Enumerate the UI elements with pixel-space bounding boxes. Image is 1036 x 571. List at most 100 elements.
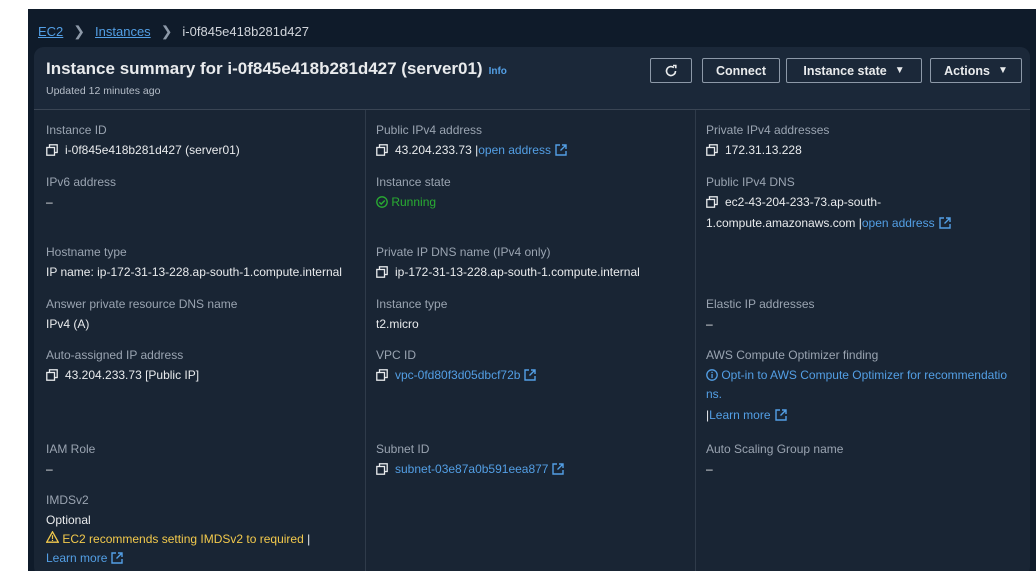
copy-icon[interactable] <box>376 368 388 387</box>
imds-learn-more-link[interactable]: Learn more <box>46 551 107 565</box>
field-label: Instance ID <box>46 123 107 137</box>
field-private-dns: Private IP DNS name (IPv4 only) ip-172-3… <box>376 244 640 284</box>
app-frame: EC2 ❯ Instances ❯ i-0f845e418b281d427 In… <box>28 9 1036 571</box>
optimizer-opt-in[interactable]: Opt-in to AWS Compute Optimizer for reco… <box>706 366 1007 385</box>
copy-icon[interactable] <box>46 368 58 387</box>
copy-icon[interactable] <box>376 462 388 481</box>
copy-icon[interactable] <box>706 195 718 214</box>
info-link[interactable]: Info <box>489 66 507 77</box>
imds-warning: EC2 recommends setting IMDSv2 to require… <box>45 530 311 549</box>
instance-state-button[interactable]: Instance state ▼ <box>786 58 922 83</box>
field-label: IMDSv2 <box>46 493 89 507</box>
field-asg-name: Auto Scaling Group name – <box>706 441 843 479</box>
field-instance-state: Instance state Running <box>376 174 451 212</box>
field-label: IPv6 address <box>46 175 117 189</box>
subnet-id-link[interactable]: subnet-03e87a0b591eea877 <box>395 462 548 476</box>
external-link-icon <box>555 143 567 162</box>
panel-header: Instance summary for i-0f845e418b281d427… <box>34 47 1030 110</box>
field-value: IP name: ip-172-31-13-228.ap-south-1.com… <box>46 265 342 279</box>
public-dns-value-line2: 1.compute.amazonaws.com <box>706 216 856 230</box>
vpc-id-link[interactable]: vpc-0fd80f3d05dbcf72b <box>395 368 520 382</box>
field-auto-ip: Auto-assigned IP address 43.204.233.73 [… <box>46 347 199 387</box>
field-value: Running <box>376 193 451 212</box>
copy-icon[interactable] <box>46 143 58 162</box>
imds-learn-more: Learn more <box>46 549 310 570</box>
field-ipv6: IPv6 address – <box>46 174 116 212</box>
field-label: Hostname type <box>46 245 127 259</box>
optimizer-learn-more: |Learn more <box>706 406 1007 427</box>
check-circle-icon <box>376 195 388 209</box>
caret-down-icon: ▼ <box>894 65 905 76</box>
breadcrumb: EC2 ❯ Instances ❯ i-0f845e418b281d427 <box>38 21 309 41</box>
field-value: – <box>706 462 713 476</box>
field-hostname-type: Hostname type IP name: ip-172-31-13-228.… <box>46 244 342 282</box>
connect-button[interactable]: Connect <box>702 58 780 83</box>
page-title-text: Instance summary for i-0f845e418b281d427… <box>46 59 483 78</box>
field-public-dns: Public IPv4 DNS ec2-43-204-233-73.ap-sou… <box>706 174 951 235</box>
field-value: 172.31.13.228 <box>706 141 829 162</box>
auto-ip-value: 43.204.233.73 [Public IP] <box>65 368 200 382</box>
instance-id-value: i-0f845e418b281d427 (server01) <box>65 143 240 157</box>
field-value: subnet-03e87a0b591eea877 <box>376 460 565 481</box>
breadcrumb-ec2-link[interactable]: EC2 <box>38 24 63 39</box>
field-private-ipv4: Private IPv4 addresses 172.31.13.228 <box>706 122 829 162</box>
field-public-ipv4: Public IPv4 address 43.204.233.73 |open … <box>376 122 567 162</box>
field-instance-id: Instance ID i-0f845e418b281d427 (server0… <box>46 122 240 162</box>
breadcrumb-current: i-0f845e418b281d427 <box>182 23 309 39</box>
field-subnet-id: Subnet ID subnet-03e87a0b591eea877 <box>376 441 565 481</box>
caret-down-icon: ▼ <box>997 65 1008 76</box>
breadcrumb-instances-link[interactable]: Instances <box>95 24 151 39</box>
field-value: Optional <box>46 513 91 527</box>
field-label: Elastic IP addresses <box>706 297 815 311</box>
public-dns-open-address-link[interactable]: open address <box>862 216 935 230</box>
field-label: Subnet ID <box>376 442 430 456</box>
field-instance-type: Instance type t2.micro <box>376 296 447 334</box>
separator: | <box>307 532 311 546</box>
optimizer-opt-in-line2[interactable]: ns. <box>706 385 1007 404</box>
field-value-cont: 1.compute.amazonaws.com |open address <box>706 214 951 235</box>
field-imdsv2: IMDSv2 Optional EC2 recommends setting I… <box>45 492 311 570</box>
external-link-icon <box>774 408 787 427</box>
warning-icon <box>45 530 60 546</box>
private-dns-value: ip-172-31-13-228.ap-south-1.compute.inte… <box>395 265 640 279</box>
refresh-icon <box>665 64 677 76</box>
field-value: i-0f845e418b281d427 (server01) <box>46 141 240 162</box>
field-value: 43.204.233.73 [Public IP] <box>46 366 199 387</box>
copy-icon[interactable] <box>376 143 388 162</box>
info-circle-icon <box>706 368 718 382</box>
field-vpc-id: VPC ID vpc-0fd80f3d05dbcf72b <box>376 347 537 387</box>
details-grid: Instance ID i-0f845e418b281d427 (server0… <box>34 110 1030 571</box>
field-label: Private IP DNS name (IPv4 only) <box>376 245 551 259</box>
field-label: Instance state <box>376 175 451 189</box>
field-label: Answer private resource DNS name <box>46 297 238 311</box>
field-label: Private IPv4 addresses <box>706 123 830 137</box>
field-label: VPC ID <box>376 348 417 362</box>
field-label: Instance type <box>376 297 448 311</box>
copy-icon[interactable] <box>376 265 388 284</box>
field-value: vpc-0fd80f3d05dbcf72b <box>376 366 537 387</box>
refresh-button[interactable] <box>650 58 692 83</box>
optimizer-learn-more-link[interactable]: Learn more <box>709 408 770 422</box>
public-ipv4-value: 43.204.233.73 <box>395 143 472 157</box>
copy-icon[interactable] <box>706 143 718 162</box>
field-value: IPv4 (A) <box>46 317 90 331</box>
field-value: ip-172-31-13-228.ap-south-1.compute.inte… <box>376 263 640 284</box>
field-answer-dns: Answer private resource DNS name IPv4 (A… <box>46 296 237 334</box>
field-label: Auto-assigned IP address <box>46 348 184 362</box>
page-title: Instance summary for i-0f845e418b281d427… <box>46 59 507 79</box>
field-value: – <box>46 462 53 476</box>
field-value: t2.micro <box>376 317 419 331</box>
actions-button[interactable]: Actions ▼ <box>930 58 1022 83</box>
field-elastic-ip: Elastic IP addresses – <box>706 296 815 334</box>
field-compute-optimizer: AWS Compute Optimizer finding Opt-in to … <box>706 347 1007 427</box>
field-value: – <box>46 195 53 209</box>
instance-state-button-label: Instance state <box>803 63 887 78</box>
instance-state-value: Running <box>391 195 437 209</box>
field-value: ec2-43-204-233-73.ap-south- <box>706 193 951 214</box>
public-dns-value-line1: ec2-43-204-233-73.ap-south- <box>725 195 882 209</box>
breadcrumb-chevron-icon: ❯ <box>73 22 86 39</box>
open-address-link[interactable]: open address <box>478 143 551 157</box>
breadcrumb-chevron-icon: ❯ <box>160 22 173 39</box>
updated-timestamp: Updated 12 minutes ago <box>46 85 161 97</box>
instance-summary-panel: Instance summary for i-0f845e418b281d427… <box>34 47 1030 571</box>
